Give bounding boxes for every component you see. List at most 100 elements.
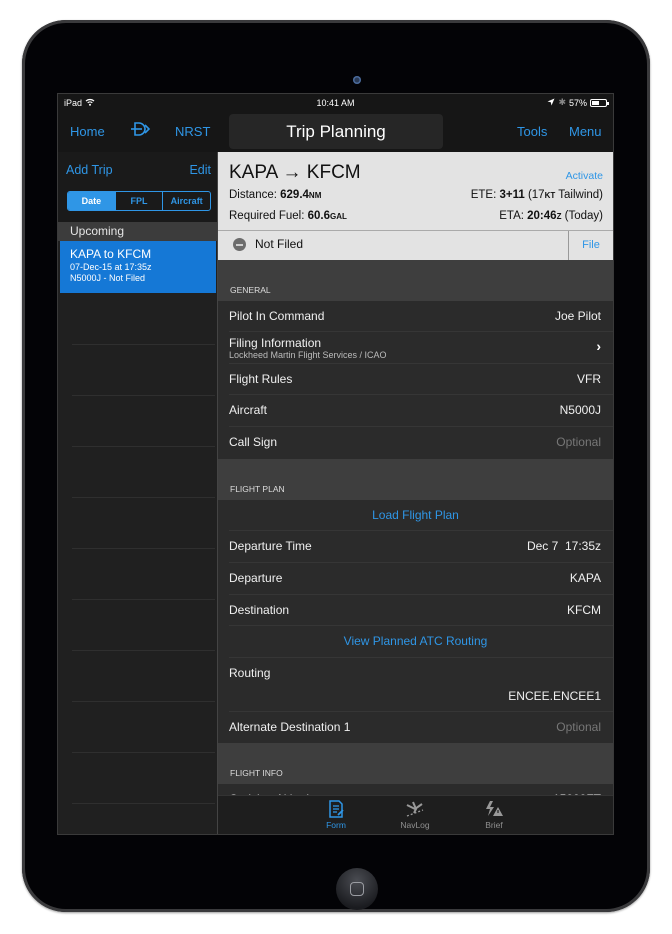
tools-button[interactable]: Tools	[517, 124, 547, 139]
home-hardware-button[interactable]	[336, 868, 378, 910]
row-value: VFR	[577, 372, 601, 386]
row-label: Destination	[229, 603, 290, 617]
row-label: Alternate Destination 1	[229, 720, 351, 734]
row-label: Filing Information	[229, 336, 322, 350]
nrst-button[interactable]: NRST	[175, 124, 210, 139]
segment-aircraft[interactable]: Aircraft	[162, 192, 210, 210]
sort-segmented-control: Date FPL Aircraft	[67, 191, 211, 211]
row-aircraft[interactable]: Aircraft N5000J	[218, 395, 613, 427]
eta-label: ETA:	[499, 210, 528, 222]
list-separator	[72, 548, 215, 549]
ete-wind-desc: Tailwind)	[555, 189, 603, 201]
list-separator	[72, 752, 215, 753]
trip-status: N5000J - Not Filed	[70, 273, 146, 283]
row-pilot-in-command[interactable]: Pilot In Command Joe Pilot	[218, 301, 613, 332]
section-header-flight-plan: FLIGHT PLAN	[218, 459, 613, 500]
navlog-icon	[385, 800, 445, 818]
view-atc-routing-button[interactable]: View Planned ATC Routing	[218, 626, 613, 658]
nav-bar: Home NRST Trip Planning Tools Menu	[58, 112, 613, 152]
bottom-tab-bar: Form NavLog Brief	[218, 795, 613, 834]
segment-fpl[interactable]: FPL	[114, 192, 163, 210]
not-filed-icon	[233, 238, 246, 251]
edit-button[interactable]: Edit	[189, 163, 211, 177]
section-header-general: GENERAL	[218, 260, 613, 301]
row-destination[interactable]: Destination KFCM	[218, 595, 613, 626]
activate-button[interactable]: Activate	[566, 170, 603, 182]
trip-sidebar: Add Trip Edit Date FPL Aircraft Upcoming…	[58, 152, 218, 834]
distance-label: Distance:	[229, 189, 281, 201]
filing-status: Not Filed	[255, 237, 304, 251]
trip-detail-pane: KAPA → KFCM Activate Distance: 629.4NM R…	[218, 152, 613, 834]
battery-icon	[590, 98, 609, 107]
list-separator	[72, 650, 215, 651]
ete-label: ETE:	[470, 189, 500, 201]
add-trip-button[interactable]: Add Trip	[66, 163, 113, 177]
list-separator	[72, 344, 215, 345]
status-time: 10:41 AM	[316, 98, 355, 108]
row-label: Departure Time	[229, 539, 312, 553]
trip-date: 07-Dec-15 at 17:35z	[70, 262, 152, 272]
list-separator	[72, 395, 215, 396]
row-label: Pilot In Command	[229, 309, 325, 323]
row-routing[interactable]: Routing ENCEE.ENCEE1	[218, 658, 613, 712]
battery-percent: 57%	[568, 97, 587, 108]
camera-icon	[353, 76, 361, 84]
row-label: Departure	[229, 571, 283, 585]
tab-form[interactable]: Form	[306, 800, 366, 830]
screen: iPad 10:41 AM ✱ 57% Home NRST Trip Plann…	[57, 93, 614, 835]
distance: Distance: 629.4NM	[229, 189, 321, 201]
status-bar: iPad 10:41 AM ✱ 57%	[58, 94, 613, 112]
trip-summary: KAPA → KFCM Activate Distance: 629.4NM R…	[218, 152, 613, 230]
list-separator	[72, 701, 215, 702]
home-square-icon	[350, 882, 364, 896]
tab-label: NavLog	[400, 820, 430, 830]
required-fuel: Required Fuel: 60.6GAL	[229, 210, 347, 222]
row-alternate-destination[interactable]: Alternate Destination 1 Optional	[218, 712, 613, 743]
row-label: Routing	[229, 666, 271, 680]
row-flight-rules[interactable]: Flight Rules VFR	[218, 364, 613, 395]
row-value: Dec 7 17:35z	[526, 539, 601, 553]
routing-value: ENCEE.ENCEE1	[508, 689, 601, 703]
fuel-unit: GAL	[330, 212, 347, 221]
route-title: KAPA → KFCM	[229, 162, 361, 183]
list-separator	[72, 599, 215, 600]
chevron-right-icon: ›	[596, 338, 601, 354]
section-header-flight-info: FLIGHT INFO	[218, 743, 613, 784]
trip-list-item[interactable]: KAPA to KFCM 07-Dec-15 at 17:35z N5000J …	[60, 241, 216, 293]
eta: ETA: 20:46Z (Today)	[499, 210, 603, 222]
section-header-upcoming: Upcoming	[58, 222, 217, 241]
load-flight-plan-button[interactable]: Load Flight Plan	[218, 500, 613, 531]
row-label: Call Sign	[229, 435, 278, 449]
direct-to-button[interactable]	[130, 121, 152, 140]
row-departure-time[interactable]: Departure Time Dec 7 17:35z	[218, 531, 613, 563]
list-separator	[72, 803, 215, 804]
tab-brief[interactable]: Brief	[464, 800, 524, 830]
filing-status-bar: Not Filed File	[218, 230, 613, 260]
atc-routing-label: View Planned ATC Routing	[343, 634, 488, 648]
row-filing-information[interactable]: Filing Information Lockheed Martin Flight…	[218, 332, 613, 364]
row-call-sign[interactable]: Call Sign Optional	[218, 427, 613, 459]
fuel-value: 60.6	[307, 210, 331, 222]
row-value: Joe Pilot	[554, 309, 601, 323]
ete-wind: (17	[524, 189, 545, 201]
bluetooth-icon: ✱	[558, 97, 566, 107]
fuel-label: Required Fuel:	[229, 210, 308, 222]
file-button[interactable]: File	[568, 231, 613, 260]
row-label: Aircraft	[229, 403, 268, 417]
tab-label: Brief	[485, 820, 503, 830]
direct-to-icon	[130, 122, 152, 140]
home-button[interactable]: Home	[70, 124, 105, 139]
row-value: KAPA	[569, 571, 601, 585]
ete: ETE: 3+11 (17KT Tailwind)	[471, 189, 603, 201]
row-departure[interactable]: Departure KAPA	[218, 563, 613, 595]
distance-value: 629.4	[280, 189, 309, 201]
load-flight-plan-label: Load Flight Plan	[372, 508, 459, 522]
alternate-destination-input[interactable]: Optional	[556, 720, 601, 734]
location-arrow-icon	[547, 98, 555, 108]
menu-button[interactable]: Menu	[569, 124, 602, 139]
call-sign-input[interactable]: Optional	[556, 435, 601, 449]
segment-date[interactable]: Date	[68, 192, 115, 210]
page-title: Trip Planning	[229, 114, 443, 149]
tab-navlog[interactable]: NavLog	[385, 800, 445, 830]
eta-suffix: (Today)	[561, 210, 603, 222]
